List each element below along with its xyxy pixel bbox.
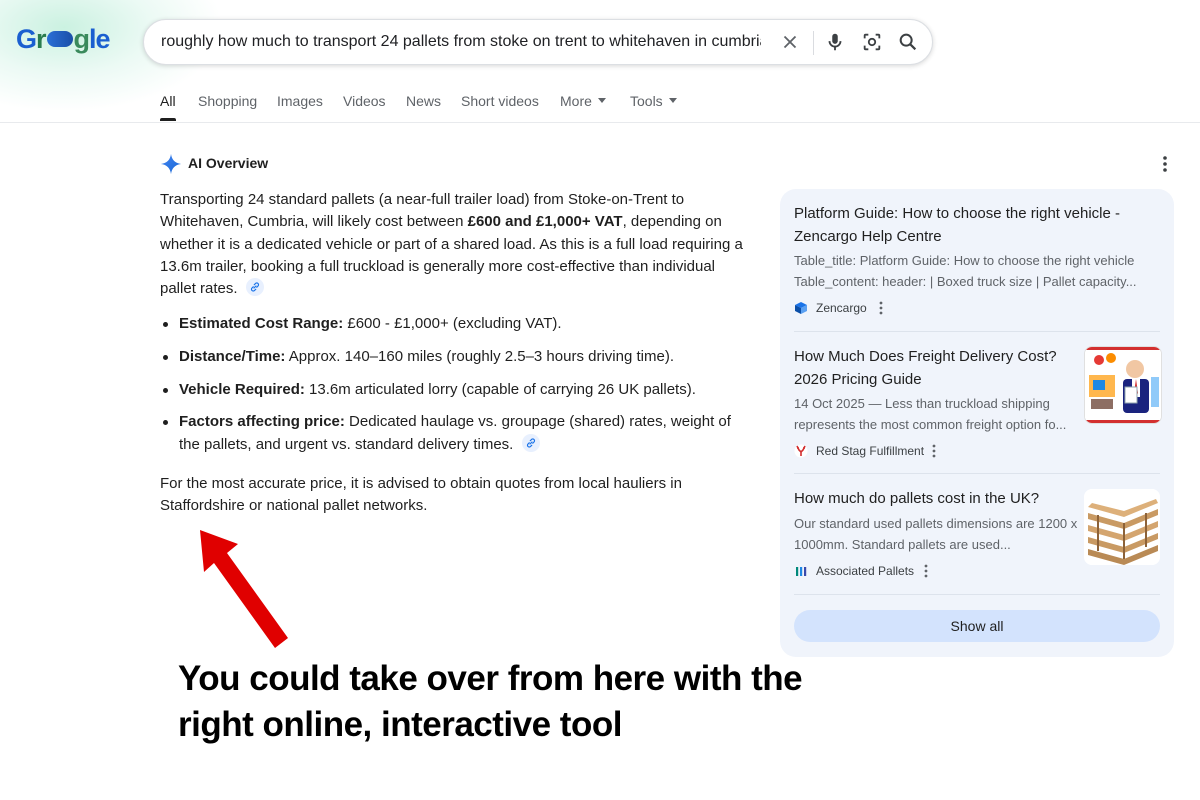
tab-shopping[interactable]: Shopping [198, 93, 257, 115]
red-arrow-annotation [200, 530, 288, 648]
link-icon [526, 438, 535, 448]
source-card-red-stag[interactable]: How Much Does Freight Delivery Cost? 202… [794, 346, 1162, 464]
annotation-callout-text: You could take over from here with the r… [178, 659, 803, 744]
tabs-divider [0, 122, 1200, 123]
citation-link-button[interactable] [521, 433, 540, 452]
source-title[interactable]: How much do pallets cost in the UK? [794, 488, 1074, 511]
tab-videos[interactable]: Videos [343, 93, 386, 115]
ai-overview-title: AI Overview [188, 155, 269, 171]
tab-more-label: More [560, 93, 592, 109]
sources-panel: Platform Guide: How to choose the right … [780, 189, 1174, 657]
bullet-text: £600 - £1,000+ (excluding VAT). [343, 315, 562, 332]
red-stag-logo-icon [794, 444, 808, 458]
bullet-label: Estimated Cost Range: [179, 315, 344, 332]
tab-all[interactable]: All [160, 93, 176, 115]
source-title[interactable]: How Much Does Freight Delivery Cost? 202… [794, 346, 1074, 391]
search-input[interactable] [161, 20, 761, 64]
pallets-thumbnail[interactable] [1084, 489, 1160, 565]
freight-illustration-image [1085, 347, 1161, 423]
chevron-down-icon [668, 97, 677, 103]
microphone-icon[interactable] [824, 31, 846, 53]
clear-icon[interactable] [779, 31, 801, 53]
freight-cost-thumbnail[interactable] [1084, 346, 1162, 424]
link-icon [250, 282, 259, 292]
intro-cost-highlight: £600 and £1,000+ VAT [467, 213, 623, 231]
more-options-icon[interactable] [929, 443, 939, 459]
source-title[interactable]: Platform Guide: How to choose the right … [794, 203, 1134, 248]
lens-camera-icon[interactable] [861, 31, 883, 53]
source-divider [794, 473, 1160, 474]
source-card-associated-pallets[interactable]: How much do pallets cost in the UK? Our … [794, 488, 1160, 588]
more-options-icon[interactable] [876, 300, 886, 316]
bullet-label: Distance/Time: [179, 347, 286, 365]
ai-overview-closing: For the most accurate price, it is advis… [160, 475, 682, 515]
google-logo[interactable]: Gr gle [16, 24, 111, 58]
tab-short-videos[interactable]: Short videos [461, 93, 539, 115]
list-item: Factors affecting price: Dedicated haula… [160, 411, 745, 456]
gemini-sparkle-icon [160, 153, 182, 175]
list-item: Distance/Time: Approx. 140–160 miles (ro… [160, 346, 745, 368]
source-name: Red Stag Fulfillment [816, 444, 925, 458]
bullet-label: Factors affecting price: [179, 413, 345, 431]
pallets-stack-image [1084, 489, 1160, 565]
ai-overview-bullets: Estimated Cost Range: £600 - £1,000+ (ex… [160, 313, 745, 466]
source-divider [794, 331, 1160, 332]
search-bar-divider [813, 31, 814, 55]
tab-tools[interactable]: Tools [630, 93, 677, 115]
show-all-button[interactable]: Show all [794, 610, 1160, 642]
tab-more[interactable]: More [560, 93, 606, 115]
citation-link-button[interactable] [245, 278, 264, 297]
list-item: Vehicle Required: 13.6m articulated lorr… [160, 379, 745, 401]
more-options-icon[interactable] [921, 563, 931, 579]
chevron-down-icon [597, 97, 606, 103]
tab-news[interactable]: News [406, 93, 441, 115]
source-snippet: 14 Oct 2025 — Less than truckload shippi… [794, 396, 1067, 432]
bullet-text: Approx. 140–160 miles (roughly 2.5–3 hou… [285, 347, 674, 365]
source-snippet: Table_title: Platform Guide: How to choo… [794, 253, 1137, 289]
source-name: Zencargo [816, 301, 867, 315]
search-bar [143, 19, 933, 65]
associated-pallets-logo-icon [796, 567, 807, 576]
active-tab-indicator [160, 118, 176, 121]
source-divider [794, 594, 1160, 595]
search-icon[interactable] [897, 31, 919, 53]
tab-tools-label: Tools [630, 93, 663, 109]
tab-images[interactable]: Images [277, 93, 323, 115]
source-card-zencargo[interactable]: Platform Guide: How to choose the right … [794, 203, 1160, 333]
bullet-label: Vehicle Required: [179, 380, 305, 398]
source-name: Associated Pallets [816, 564, 915, 578]
zencargo-logo-icon [795, 302, 807, 314]
source-snippet: Our standard used pallets dimensions are… [794, 516, 1078, 552]
list-item: Estimated Cost Range: £600 - £1,000+ (ex… [160, 313, 745, 335]
bullet-text: 13.6m articulated lorry (capable of carr… [304, 380, 696, 398]
ai-overview-intro: Transporting 24 standard pallets (a near… [160, 189, 745, 300]
more-options-icon[interactable] [1157, 154, 1173, 174]
